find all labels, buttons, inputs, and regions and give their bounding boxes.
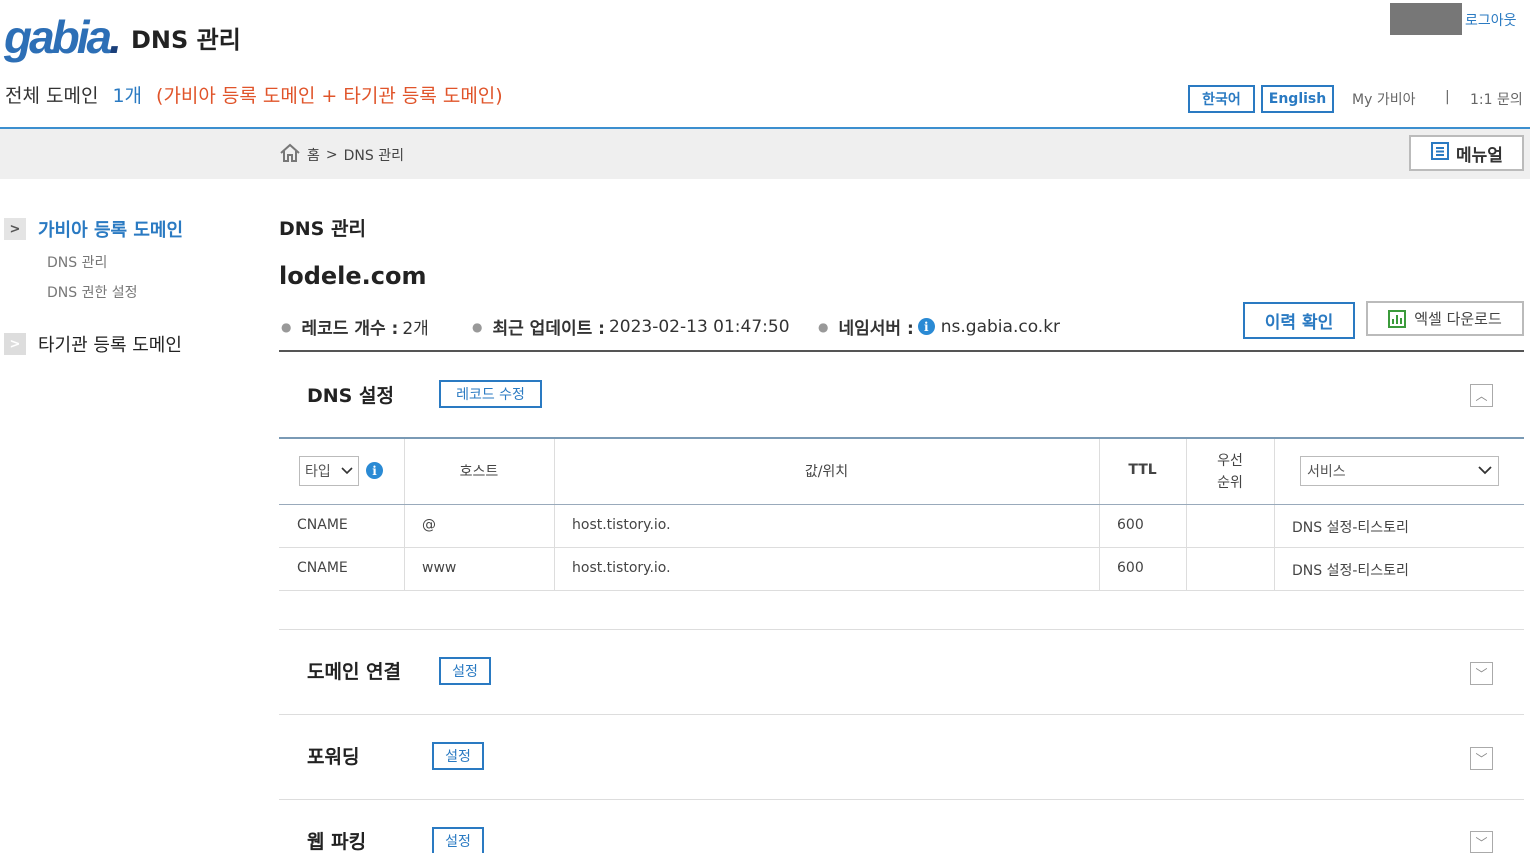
- logo-dot: .: [109, 11, 122, 63]
- column-header-priority: 우선순위: [1186, 450, 1274, 494]
- sidebar-item-label: 타기관 등록 도메인: [38, 335, 182, 356]
- record-count-value: 2개: [402, 319, 429, 339]
- row-divider: [279, 547, 1524, 548]
- table-header-border: [279, 504, 1524, 505]
- column-header-host: 호스트: [459, 464, 499, 480]
- forwarding-settings-button[interactable]: 설정: [432, 742, 484, 770]
- row2-service: DNS 설정-티스토리: [1292, 563, 1409, 579]
- record-count-label: 레코드 개수 :: [301, 319, 399, 339]
- domain-connect-settings-button[interactable]: 설정: [439, 657, 491, 685]
- service-filter-select[interactable]: 서비스: [1300, 456, 1499, 486]
- excel-download-button[interactable]: 엑셀 다운로드: [1366, 301, 1524, 336]
- bullet-icon: ●: [281, 319, 292, 334]
- table-top-border: [279, 437, 1524, 439]
- row1-ttl: 600: [1117, 517, 1144, 533]
- sidebar-item-gabia-domains[interactable]: > 가비아 등록 도메인: [4, 216, 183, 242]
- web-parking-settings-button[interactable]: 설정: [432, 827, 484, 853]
- domain-total-count[interactable]: 1개: [112, 85, 142, 107]
- row2-value: host.tistory.io.: [572, 560, 671, 576]
- logout-link[interactable]: 로그아웃: [1465, 10, 1517, 30]
- history-button[interactable]: 이력 확인: [1243, 302, 1355, 339]
- row2-ttl: 600: [1117, 560, 1144, 576]
- sidebar-subitem-dns-permission[interactable]: DNS 권한 설정: [47, 282, 138, 302]
- priority-line2: 순위: [1217, 475, 1243, 491]
- last-updated: ● 최근 업데이트 :2023-02-13 01:47:50: [472, 314, 790, 340]
- column-header-value: 값/위치: [804, 464, 849, 480]
- record-edit-button[interactable]: 레코드 수정: [439, 380, 542, 408]
- breadcrumb-arrow: >: [325, 147, 338, 163]
- excel-download-label: 엑셀 다운로드: [1414, 310, 1502, 328]
- priority-line1: 우선: [1217, 453, 1243, 469]
- lang-korean-button[interactable]: 한국어: [1188, 85, 1255, 113]
- chevron-down-icon[interactable]: ﹀: [1470, 747, 1493, 770]
- panel-divider: [279, 714, 1524, 715]
- updated-label: 최근 업데이트 :: [492, 319, 605, 339]
- breadcrumb-current: DNS 관리: [343, 148, 404, 164]
- info-icon[interactable]: i: [917, 318, 935, 335]
- info-icon[interactable]: i: [366, 462, 383, 479]
- lang-english-button[interactable]: English: [1261, 85, 1334, 113]
- app-title: DNS 관리: [131, 26, 241, 54]
- panel-divider: [279, 799, 1524, 800]
- chevron-right-icon: >: [4, 218, 26, 240]
- panel-divider: [279, 629, 1524, 630]
- row1-host: @: [422, 517, 436, 533]
- breadcrumb-bar: [0, 129, 1530, 179]
- row2-type: CNAME: [297, 560, 348, 576]
- chevron-right-icon: >: [4, 333, 26, 355]
- domain-total-label: 전체 도메인: [5, 85, 99, 107]
- dns-settings-title: DNS 설정: [307, 385, 394, 407]
- row2-host: www: [422, 560, 457, 576]
- row-divider: [279, 590, 1524, 591]
- sidebar-item-label: 가비아 등록 도메인: [38, 220, 184, 241]
- chevron-up-icon[interactable]: ︿: [1470, 384, 1493, 407]
- forwarding-title: 포워딩: [307, 746, 360, 768]
- row1-value: host.tistory.io.: [572, 517, 671, 533]
- bullet-icon: ●: [472, 319, 483, 334]
- my-gabia-link[interactable]: My 가비아: [1352, 89, 1415, 109]
- user-name-redacted: [1390, 3, 1462, 35]
- manual-label: 메뉴얼: [1456, 145, 1503, 166]
- record-count: ● 레코드 개수 :2개: [281, 314, 429, 339]
- breadcrumb-home[interactable]: 홈: [307, 145, 320, 165]
- domain-connect-title: 도메인 연결: [307, 661, 402, 683]
- column-header-ttl: TTL: [1128, 462, 1157, 478]
- nameserver: ● 네임서버 : i ns.gabia.co.kr: [818, 314, 1061, 340]
- sidebar-subitem-dns-manage[interactable]: DNS 관리: [47, 252, 107, 272]
- service-filter-value: 서비스: [1307, 464, 1346, 480]
- header-separator: |: [1445, 89, 1450, 105]
- sidebar-item-other-domains[interactable]: > 타기관 등록 도메인: [4, 331, 182, 357]
- nameserver-value: ns.gabia.co.kr: [940, 316, 1061, 337]
- inquiry-link[interactable]: 1:1 문의: [1470, 89, 1523, 109]
- col-divider: [1274, 439, 1275, 591]
- nameserver-label: 네임서버 :: [838, 319, 914, 339]
- row1-service: DNS 설정-티스토리: [1292, 520, 1409, 536]
- type-filter-value: 타입: [305, 464, 331, 480]
- page-title: DNS 관리: [279, 218, 366, 240]
- domain-name: lodele.com: [279, 262, 427, 290]
- manual-button[interactable]: 메뉴얼: [1409, 135, 1524, 171]
- gabia-logo[interactable]: gabia.: [4, 10, 122, 64]
- excel-icon: [1388, 309, 1407, 328]
- logo-text: gabia: [4, 11, 112, 63]
- home-icon[interactable]: [279, 143, 301, 167]
- web-parking-title: 웹 파킹: [307, 831, 367, 853]
- row1-type: CNAME: [297, 517, 348, 533]
- chevron-down-icon[interactable]: ﹀: [1470, 831, 1493, 853]
- breadcrumb: 홈 > DNS 관리: [279, 143, 404, 167]
- domain-summary: 전체 도메인 1개 (가비아 등록 도메인 + 타기관 등록 도메인): [5, 81, 503, 108]
- chevron-down-icon[interactable]: ﹀: [1470, 662, 1493, 685]
- domain-total-note: (가비아 등록 도메인 + 타기관 등록 도메인): [156, 85, 503, 107]
- manual-icon: [1430, 141, 1450, 166]
- bullet-icon: ●: [818, 319, 829, 334]
- chevron-down-icon: [1478, 463, 1492, 479]
- updated-value: 2023-02-13 01:47:50: [608, 316, 790, 337]
- type-filter-select[interactable]: 타입: [299, 456, 359, 486]
- chevron-down-icon: [341, 463, 353, 479]
- main-divider: [279, 350, 1524, 352]
